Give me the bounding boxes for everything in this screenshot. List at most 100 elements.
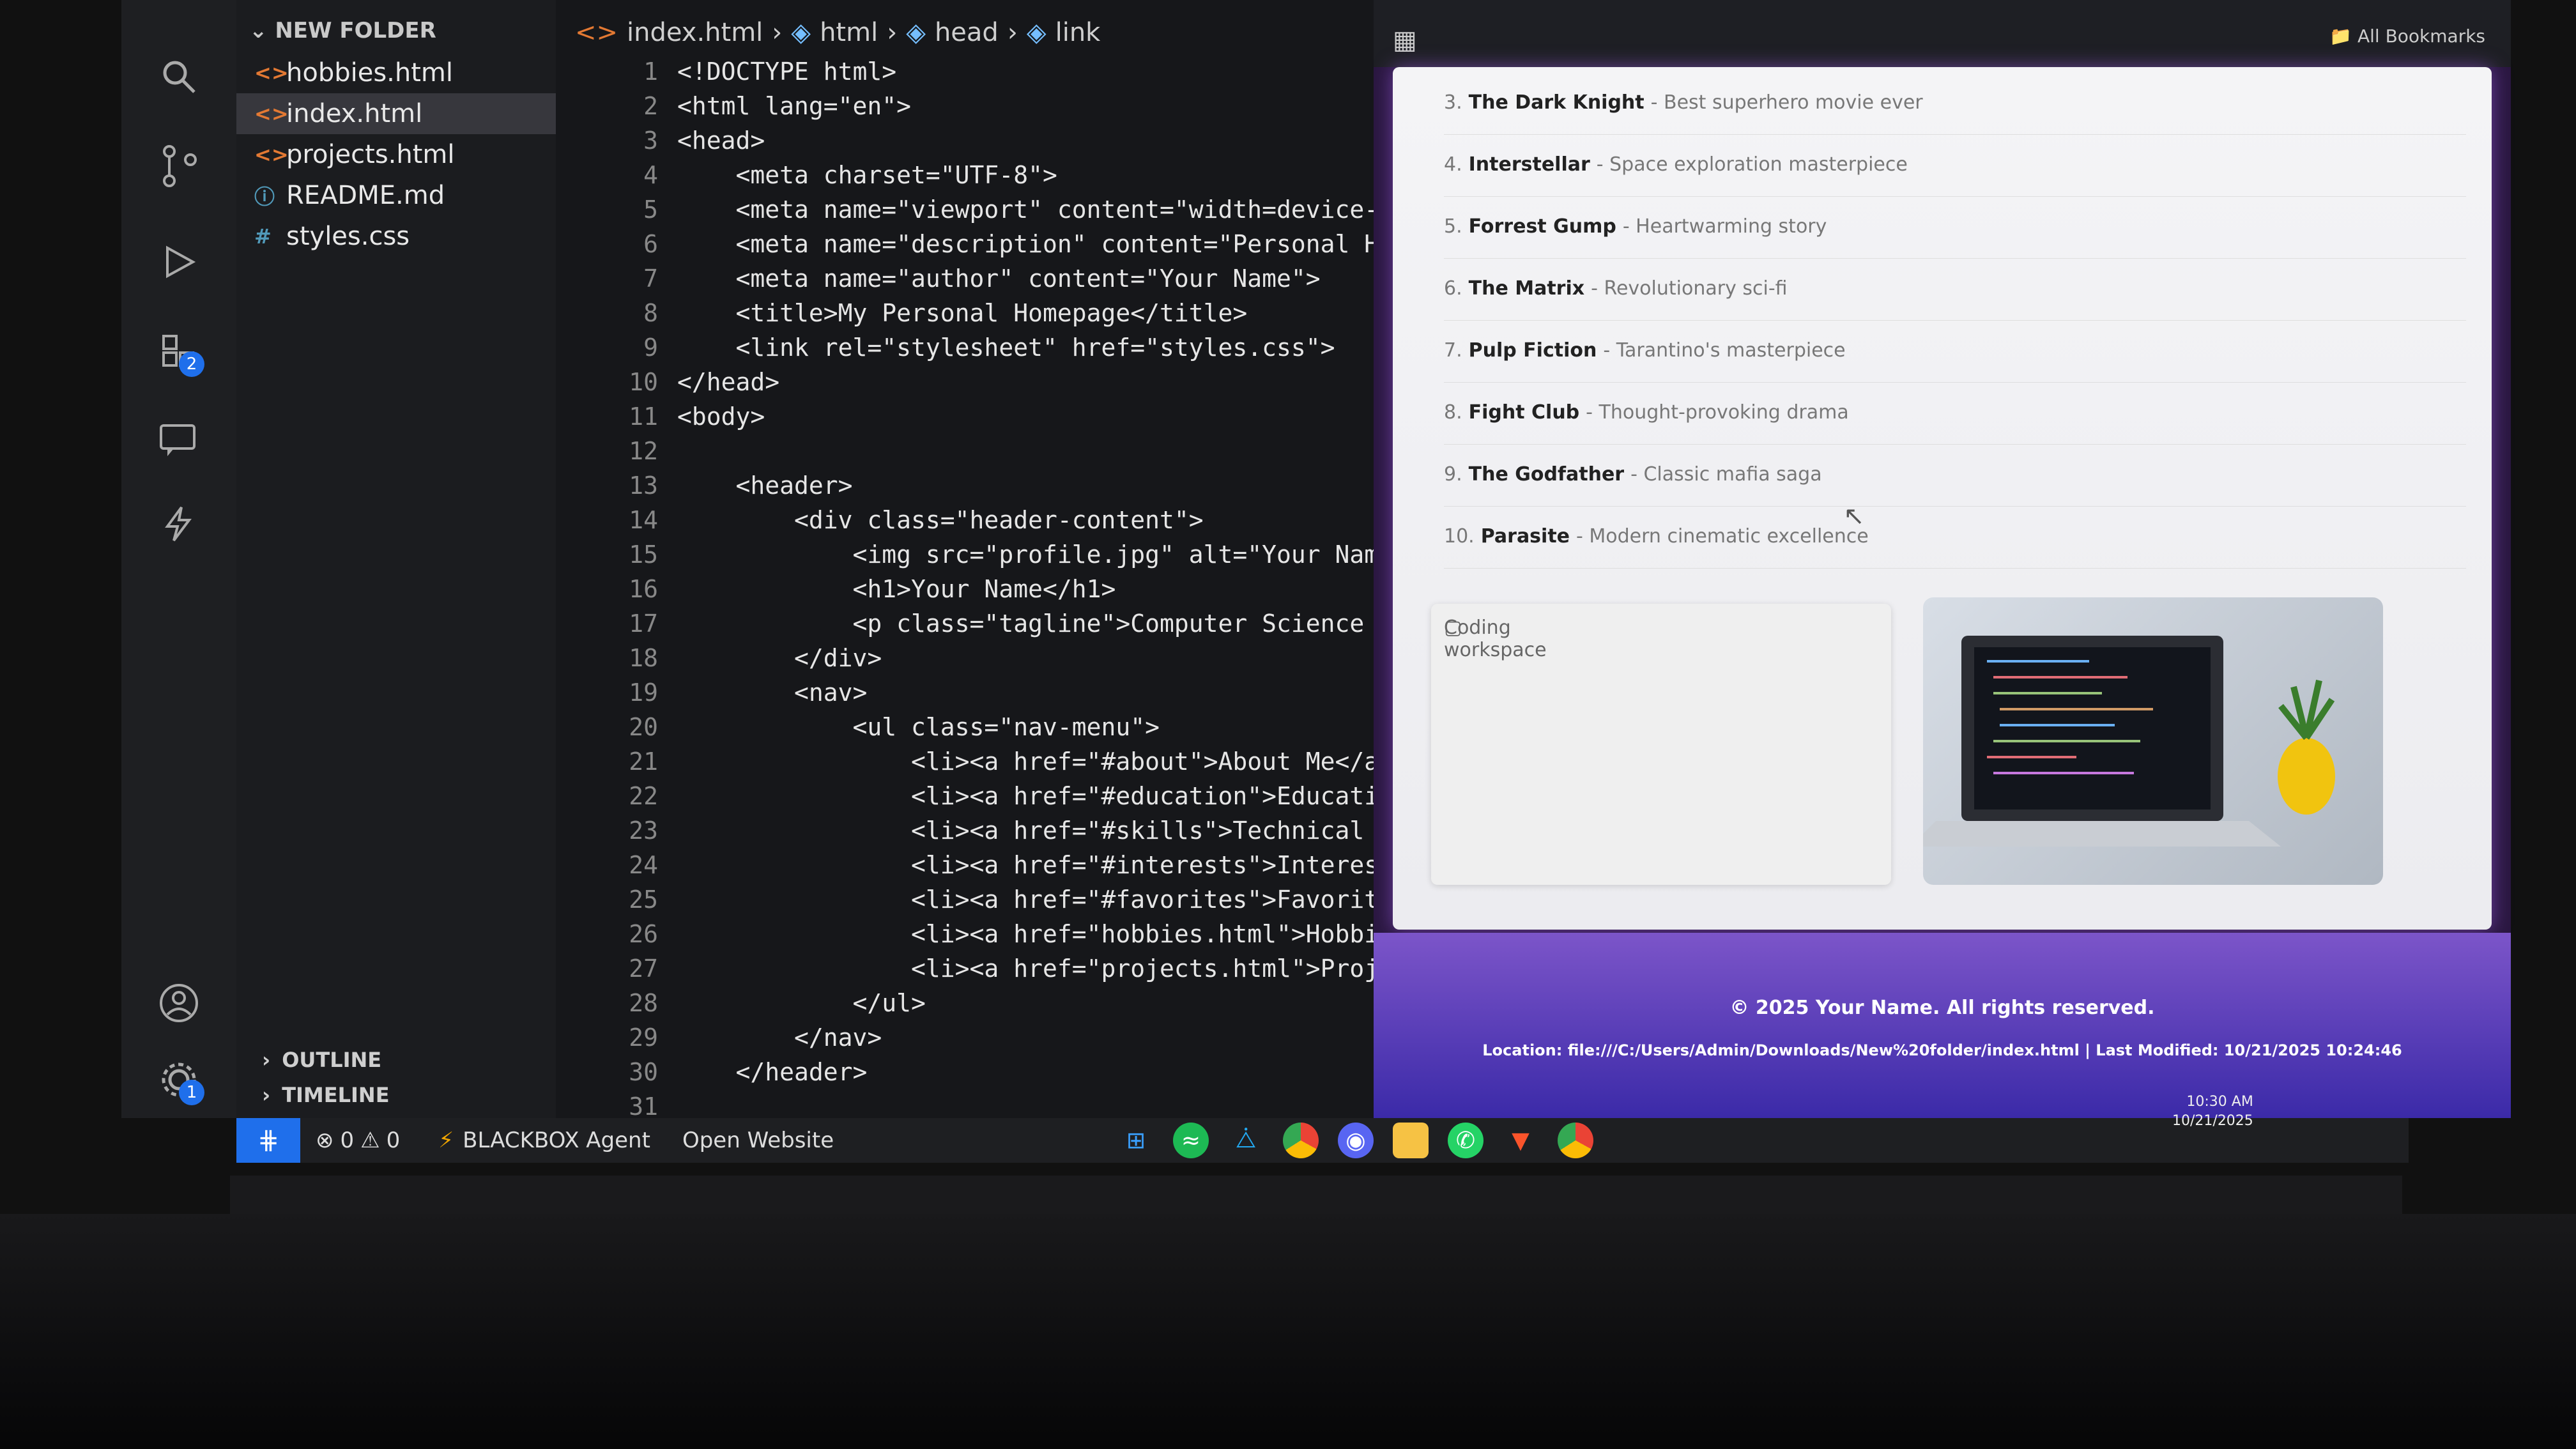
file-label: projects.html	[286, 140, 455, 169]
line-number: 3	[643, 126, 658, 155]
code-line[interactable]: <meta name="viewport" content="width=dev…	[677, 195, 1374, 230]
discord-icon[interactable]: ◉	[1338, 1123, 1374, 1158]
chrome-icon[interactable]	[1283, 1123, 1319, 1158]
code-line[interactable]: <title>My Personal Homepage</title>	[677, 299, 1374, 334]
html-file-icon: <>	[254, 61, 289, 85]
windows-start-icon[interactable]: ⊞	[1118, 1123, 1154, 1158]
chrome-profile-icon[interactable]	[1558, 1123, 1593, 1158]
remote-indicator-icon[interactable]: ⋕	[236, 1118, 300, 1163]
file-label: index.html	[286, 99, 423, 128]
file-index-html[interactable]: <> index.html	[236, 93, 556, 134]
code-line[interactable]: </nav>	[677, 1023, 1374, 1058]
folder-header[interactable]: ⌄ NEW FOLDER	[249, 18, 436, 43]
code-line[interactable]: <li><a href="#education">Education	[677, 782, 1374, 816]
chevron-right-icon: ›	[262, 1083, 271, 1107]
extensions-badge: 2	[179, 351, 204, 377]
timeline-section[interactable]: › TIMELINE	[262, 1083, 390, 1107]
code-line[interactable]: <head>	[677, 126, 1374, 161]
error-count: 0	[340, 1128, 355, 1153]
code-editor[interactable]: <> index.html › ◈ html › ◈ head › ◈ link 12345…	[556, 0, 1374, 1155]
file-readme-md[interactable]: ⓘ README.md	[236, 175, 556, 216]
problems-indicator[interactable]: ⊗ 0 ⚠ 0	[316, 1128, 400, 1153]
open-website-button[interactable]: Open Website	[682, 1128, 834, 1153]
all-bookmarks-button[interactable]: 📁 All Bookmarks	[2329, 26, 2485, 47]
mouse-cursor-icon: ↖	[1843, 502, 1865, 531]
file-hobbies-html[interactable]: <> hobbies.html	[236, 52, 556, 93]
blackbox-icon[interactable]	[153, 498, 204, 549]
css-file-icon: #	[254, 224, 272, 249]
info-icon: ⓘ	[254, 185, 275, 209]
breadcrumb-item[interactable]: head	[935, 18, 999, 47]
line-number: 4	[643, 161, 658, 189]
search-icon[interactable]	[153, 51, 204, 102]
code-line[interactable]: <ul class="nav-menu">	[677, 713, 1374, 747]
code-line[interactable]: <meta name="author" content="Your Name">	[677, 264, 1374, 299]
movie-num: 7.	[1444, 339, 1462, 362]
file-explorer-icon[interactable]	[1393, 1123, 1429, 1158]
code-line[interactable]: <link rel="stylesheet" href="styles.css"…	[677, 334, 1374, 368]
code-line[interactable]: </head>	[677, 368, 1374, 402]
code-line[interactable]: <img src="profile.jpg" alt="Your Name"	[677, 540, 1374, 575]
element-icon: ◈	[791, 18, 811, 47]
list-item: 6. The Matrix - Revolutionary sci-fi	[1444, 256, 2466, 321]
code-line[interactable]: <meta name="description" content="Person…	[677, 230, 1374, 264]
code-line[interactable]: <div class="header-content">	[677, 506, 1374, 540]
spotify-icon[interactable]: ≈	[1173, 1123, 1209, 1158]
source-control-icon[interactable]	[153, 141, 204, 192]
code-line[interactable]: <li><a href="#skills">Technical Sk	[677, 816, 1374, 851]
code-line[interactable]: </header>	[677, 1058, 1374, 1092]
code-line[interactable]: <meta charset="UTF-8">	[677, 161, 1374, 195]
chat-icon[interactable]	[153, 415, 204, 466]
code-line[interactable]: <!DOCTYPE html>	[677, 57, 1374, 92]
code-area[interactable]: <!DOCTYPE html> <html lang="en"> <head> <m…	[677, 57, 1374, 1162]
code-line[interactable]: <nav>	[677, 678, 1374, 713]
apps-grid-icon[interactable]: ▦	[1393, 26, 1417, 55]
movie-num: 8.	[1444, 401, 1462, 424]
image-alt-text: Coding workspace	[1444, 617, 1547, 661]
movie-title: The Godfather	[1468, 463, 1625, 486]
file-styles-css[interactable]: # styles.css	[236, 216, 556, 257]
run-debug-icon[interactable]	[153, 236, 204, 288]
code-line[interactable]: <body>	[677, 402, 1374, 437]
line-number: 16	[629, 575, 658, 603]
movie-desc: - Classic mafia saga	[1630, 463, 1822, 486]
movie-title: The Dark Knight	[1468, 91, 1644, 114]
code-line[interactable]: </ul>	[677, 989, 1374, 1023]
breadcrumb-item[interactable]: link	[1055, 18, 1101, 47]
footer-location: Location: file:///C:/Users/Admin/Downloa…	[1482, 1041, 2402, 1059]
code-line[interactable]: <li><a href="#interests">Interests	[677, 851, 1374, 885]
code-line[interactable]: <li><a href="hobbies.html">Hobbies	[677, 920, 1374, 954]
outline-section[interactable]: › OUTLINE	[262, 1048, 381, 1072]
brave-icon[interactable]: ▼	[1503, 1123, 1538, 1158]
breadcrumb-item[interactable]: html	[820, 18, 878, 47]
blackbox-agent-button[interactable]: ⚡ BLACKBOX Agent	[438, 1128, 650, 1153]
whatsapp-icon[interactable]: ✆	[1448, 1123, 1483, 1158]
line-number: 17	[629, 610, 658, 638]
file-projects-html[interactable]: <> projects.html	[236, 134, 556, 175]
file-label: hobbies.html	[286, 58, 453, 88]
code-line[interactable]	[677, 437, 1374, 471]
line-number: 18	[629, 644, 658, 672]
code-line[interactable]: <p class="tagline">Computer Science Stu	[677, 610, 1374, 644]
file-label: styles.css	[286, 222, 410, 251]
code-line[interactable]: <li><a href="#favorites">Favorites	[677, 885, 1374, 920]
extensions-icon[interactable]: 2	[153, 326, 204, 377]
code-line[interactable]: <html lang="en">	[677, 92, 1374, 126]
breadcrumb-item[interactable]: index.html	[627, 18, 763, 47]
code-line[interactable]: <li><a href="projects.html">Project	[677, 954, 1374, 989]
line-number: 1	[643, 57, 658, 86]
system-tray[interactable]: 10:30 AM 10/21/2025	[2172, 1092, 2253, 1131]
browser-window: ▦ 📁 All Bookmarks 3. The Dark Knight - Bes…	[1374, 0, 2511, 1118]
code-line[interactable]: <li><a href="#about">About Me</a></	[677, 747, 1374, 782]
line-number: 28	[629, 989, 658, 1017]
movie-num: 5.	[1444, 215, 1462, 238]
code-line[interactable]: </div>	[677, 644, 1374, 678]
account-icon[interactable]	[153, 977, 204, 1029]
settings-gear-icon[interactable]: 1	[153, 1054, 204, 1105]
line-number: 7	[643, 264, 658, 293]
movie-title: Parasite	[1480, 525, 1570, 548]
code-line[interactable]: <header>	[677, 471, 1374, 506]
code-line[interactable]: <h1>Your Name</h1>	[677, 575, 1374, 610]
laptop-photo	[1923, 597, 2383, 885]
vscode-icon[interactable]: ⧊	[1228, 1123, 1264, 1158]
